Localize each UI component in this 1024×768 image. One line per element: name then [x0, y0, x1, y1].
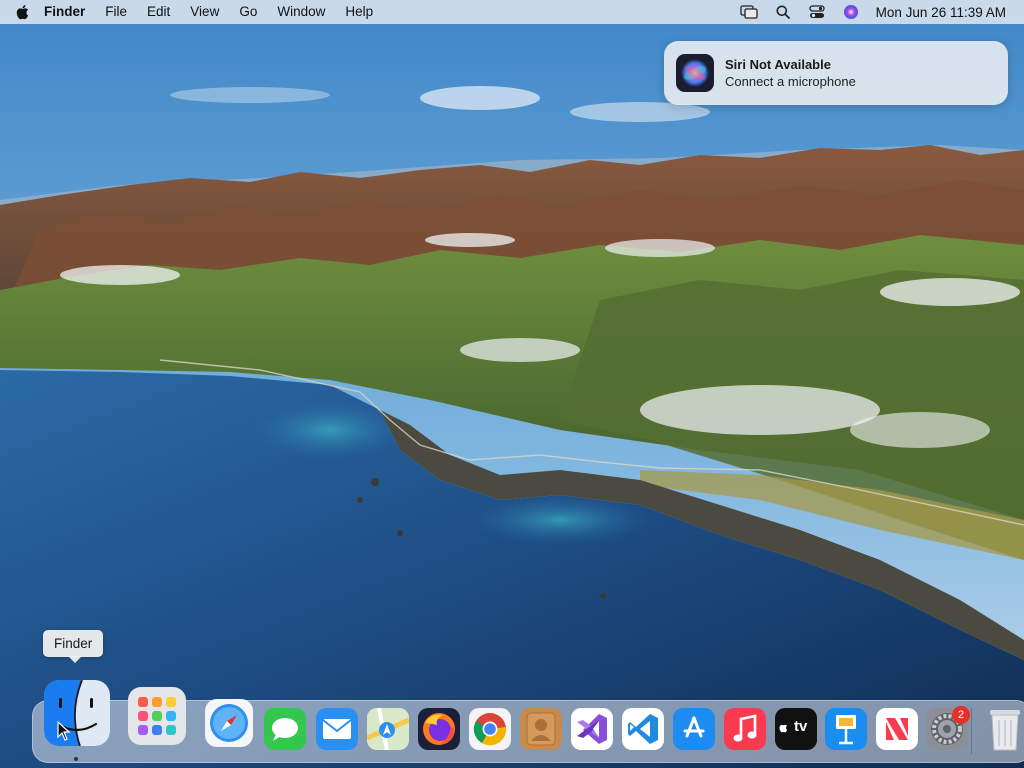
menu-window[interactable]: Window [267, 0, 335, 24]
news-icon[interactable] [876, 708, 918, 750]
vscode-icon[interactable] [622, 708, 664, 750]
visual-studio-icon[interactable] [571, 708, 613, 750]
status-area: Mon Jun 26 11:39 AM [732, 0, 1024, 24]
contacts-icon[interactable] [520, 708, 562, 750]
notification-title: Siri Not Available [725, 56, 831, 72]
siri-icon[interactable] [834, 0, 868, 24]
menu-file[interactable]: File [95, 0, 137, 24]
menu-clock[interactable]: Mon Jun 26 11:39 AM [868, 5, 1016, 20]
siri-notification[interactable]: Siri Not Available Connect a microphone [664, 41, 1008, 105]
apple-tv-label: tv [794, 718, 808, 735]
firefox-icon[interactable] [418, 708, 460, 750]
siri-icon [676, 54, 714, 92]
safari-icon[interactable] [205, 699, 253, 747]
control-center-icon[interactable] [800, 0, 834, 24]
screen-mirroring-icon[interactable] [732, 0, 766, 24]
mail-icon[interactable] [316, 708, 358, 750]
menu-view[interactable]: View [180, 0, 229, 24]
dock-tooltip: Finder [43, 630, 104, 657]
keynote-icon[interactable] [825, 708, 867, 750]
desktop-wallpaper [0, 0, 1024, 768]
app-store-icon[interactable] [673, 708, 715, 750]
tooltip-arrow [68, 656, 82, 663]
menu-go[interactable]: Go [229, 0, 267, 24]
notification-text: Siri Not Available Connect a microphone [725, 57, 856, 90]
dock-separator [971, 708, 972, 754]
apple-tv-icon[interactable]: tv [775, 708, 817, 750]
trash-icon[interactable] [982, 706, 1024, 752]
finder-running-indicator [74, 757, 78, 761]
maps-icon[interactable] [367, 708, 409, 750]
launchpad-icon[interactable] [128, 687, 186, 745]
messages-icon[interactable] [264, 708, 306, 750]
menu-app-name[interactable]: Finder [44, 0, 95, 24]
menu-edit[interactable]: Edit [137, 0, 180, 24]
apple-logo-icon[interactable] [0, 0, 44, 24]
mouse-cursor-icon [57, 720, 71, 746]
menu-help[interactable]: Help [335, 0, 383, 24]
finder-icon[interactable] [44, 680, 110, 746]
notification-body: Connect a microphone [725, 73, 856, 89]
menu-bar: Finder File Edit View Go Window Help Mon… [0, 0, 1024, 24]
notification-badge: 2 [952, 706, 970, 724]
search-icon[interactable] [766, 0, 800, 24]
chrome-icon[interactable] [469, 708, 511, 750]
music-icon[interactable] [724, 708, 766, 750]
